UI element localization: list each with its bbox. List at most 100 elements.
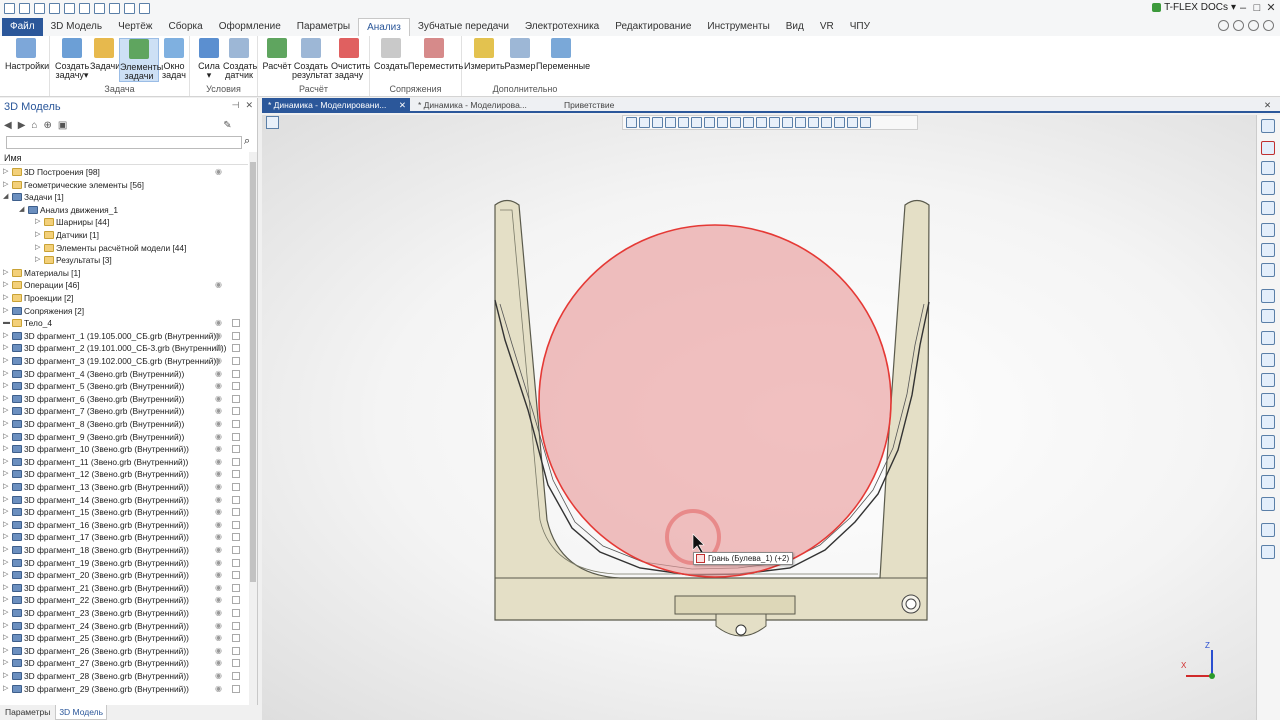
view-cube-icon[interactable]: [1261, 223, 1275, 237]
visibility-icon[interactable]: ◉: [215, 670, 222, 683]
visibility-icon[interactable]: ◉: [215, 607, 222, 620]
doc-tab-dynamics-2[interactable]: * Динамика - Моделирова...: [412, 98, 552, 113]
tree-row[interactable]: ▷ 3D фрагмент_22 (Звено.grb (Внутренний))…: [0, 594, 248, 607]
body-icon[interactable]: [769, 117, 780, 128]
expand-toggle-icon[interactable]: ▷: [3, 405, 11, 418]
box-icon[interactable]: [1261, 353, 1275, 367]
visibility-icon[interactable]: ◉: [215, 683, 222, 696]
document-icon[interactable]: [232, 445, 240, 454]
force-button[interactable]: Сила ▾: [196, 38, 222, 80]
document-icon[interactable]: [232, 369, 240, 378]
expand-toggle-icon[interactable]: ▷: [35, 229, 43, 242]
expand-toggle-icon[interactable]: ▷: [3, 368, 11, 381]
task-window-button[interactable]: Окно задач: [161, 38, 187, 80]
tree-row[interactable]: ▷ 3D фрагмент_7 (Звено.grb (Внутренний)) ◉: [0, 405, 248, 418]
tree-row[interactable]: ▷ 3D Построения [98] ◉: [0, 166, 248, 179]
tab-vr[interactable]: VR: [812, 18, 842, 36]
tree-row[interactable]: ▷ 3D фрагмент_19 (Звено.grb (Внутренний))…: [0, 557, 248, 570]
expand-toggle-icon[interactable]: ▷: [3, 279, 11, 292]
text-style-icon[interactable]: [1261, 545, 1275, 559]
expand-toggle-icon[interactable]: ◢: [19, 204, 27, 217]
visibility-icon[interactable]: ◉: [215, 506, 222, 519]
visibility-icon[interactable]: ◉: [215, 569, 222, 582]
expand-toggle-icon[interactable]: ▷: [3, 494, 11, 507]
label-icon[interactable]: [834, 117, 845, 128]
tab-3d-model[interactable]: 3D Модель: [43, 18, 110, 36]
scrollbar-thumb[interactable]: [250, 162, 256, 582]
brand-area[interactable]: T-FLEX DOCs ▾: [1152, 2, 1236, 13]
visibility-icon[interactable]: ◉: [215, 544, 222, 557]
expand-toggle-icon[interactable]: ▷: [3, 342, 11, 355]
tree-row[interactable]: ▷ 3D фрагмент_15 (Звено.grb (Внутренний))…: [0, 506, 248, 519]
tree-row[interactable]: ▷ 3D фрагмент_13 (Звено.grb (Внутренний))…: [0, 481, 248, 494]
tree-row[interactable]: ▷ 3D фрагмент_9 (Звено.grb (Внутренний)) ◉: [0, 431, 248, 444]
expand-toggle-icon[interactable]: ▷: [3, 544, 11, 557]
view-options-icon[interactable]: [266, 116, 279, 129]
forward-icon[interactable]: ▶: [18, 120, 26, 131]
pan-icon[interactable]: [1261, 263, 1275, 277]
document-icon[interactable]: [232, 420, 240, 428]
tree-row[interactable]: ▷ 3D фрагмент_8 (Звено.grb (Внутренний)) ◉: [0, 418, 248, 431]
save-all-icon[interactable]: [64, 3, 75, 14]
expand-toggle-icon[interactable]: ▷: [3, 443, 11, 456]
tree-row[interactable]: ▷ 3D фрагмент_24 (Звено.grb (Внутренний))…: [0, 620, 248, 633]
tab-cnc[interactable]: ЧПУ: [842, 18, 878, 36]
tree-row[interactable]: ▷ Сопряжения [2]: [0, 305, 248, 318]
document-icon[interactable]: [232, 571, 240, 580]
visibility-icon[interactable]: ◉: [215, 594, 222, 607]
close-icon[interactable]: ✕: [399, 98, 406, 113]
3d-viewport[interactable]: Z X: [262, 115, 1256, 720]
open-file-icon[interactable]: [34, 3, 45, 14]
settings-icon[interactable]: [860, 117, 871, 128]
tree-row[interactable]: ◢ Задачи [1]: [0, 191, 248, 204]
visibility-icon[interactable]: ◉: [215, 330, 222, 343]
expand-toggle-icon[interactable]: ▷: [3, 519, 11, 532]
clear-task-button[interactable]: Очистить задачу: [331, 38, 370, 80]
rotate-icon[interactable]: [1261, 243, 1275, 257]
document-icon[interactable]: [232, 520, 240, 529]
move-button[interactable]: Переместить: [408, 38, 463, 71]
tab-editing[interactable]: Редактирование: [607, 18, 699, 36]
transform-icon[interactable]: [1261, 415, 1275, 429]
document-icon[interactable]: [232, 583, 240, 592]
mate-filter-icon[interactable]: [847, 117, 858, 128]
expand-toggle-icon[interactable]: ▷: [3, 607, 11, 620]
visibility-icon[interactable]: ◉: [215, 342, 222, 355]
expand-toggle-icon[interactable]: ▷: [3, 506, 11, 519]
visibility-icon[interactable]: ◉: [215, 317, 222, 330]
document-icon[interactable]: [232, 357, 240, 365]
select-icon[interactable]: [626, 117, 637, 128]
measure-button[interactable]: Измерить: [464, 38, 505, 71]
tree-row[interactable]: ▷ Шарниры [44]: [0, 216, 248, 229]
tabs-close-icon[interactable]: ✕: [1264, 98, 1278, 113]
magnet-icon[interactable]: [1261, 141, 1275, 155]
expand-toggle-icon[interactable]: ▷: [3, 531, 11, 544]
document-icon[interactable]: [232, 596, 240, 605]
expand-toggle-icon[interactable]: ▷: [3, 456, 11, 469]
document-icon[interactable]: [232, 659, 240, 668]
document-icon[interactable]: [232, 483, 240, 491]
expand-toggle-icon[interactable]: ▷: [3, 418, 11, 431]
tree-row[interactable]: ▷ 3D фрагмент_2 (19.101.000_СБ-3.grb (Вну…: [0, 342, 248, 355]
ribbon-collapse-icon[interactable]: [1218, 20, 1229, 31]
tab-assembly[interactable]: Сборка: [160, 18, 210, 36]
print-icon[interactable]: [109, 3, 120, 14]
menu-icon[interactable]: [4, 3, 15, 14]
expand-toggle-icon[interactable]: ▷: [3, 620, 11, 633]
tree-row[interactable]: ◢ Анализ движения_1: [0, 204, 248, 217]
document-icon[interactable]: [232, 319, 240, 328]
create-result-button[interactable]: Создать результат: [292, 38, 332, 80]
document-icon[interactable]: [232, 546, 240, 554]
tree-row[interactable]: ▷ 3D фрагмент_28 (Звено.grb (Внутренний))…: [0, 670, 248, 683]
tree-row[interactable]: ▷ Элементы расчётной модели [44]: [0, 242, 248, 255]
projection-icon[interactable]: [1261, 455, 1275, 469]
tree-row[interactable]: ▷ Операции [46] ◉: [0, 279, 248, 292]
expand-toggle-icon[interactable]: ▷: [35, 254, 43, 267]
highlight-icon[interactable]: [665, 117, 676, 128]
expand-toggle-icon[interactable]: ▷: [3, 632, 11, 645]
snap-icon[interactable]: [652, 117, 663, 128]
size-button[interactable]: Размер: [504, 38, 536, 71]
sphere-icon[interactable]: [1261, 373, 1275, 387]
cancel-icon[interactable]: [691, 117, 702, 128]
check-surface-icon[interactable]: [1261, 309, 1275, 323]
